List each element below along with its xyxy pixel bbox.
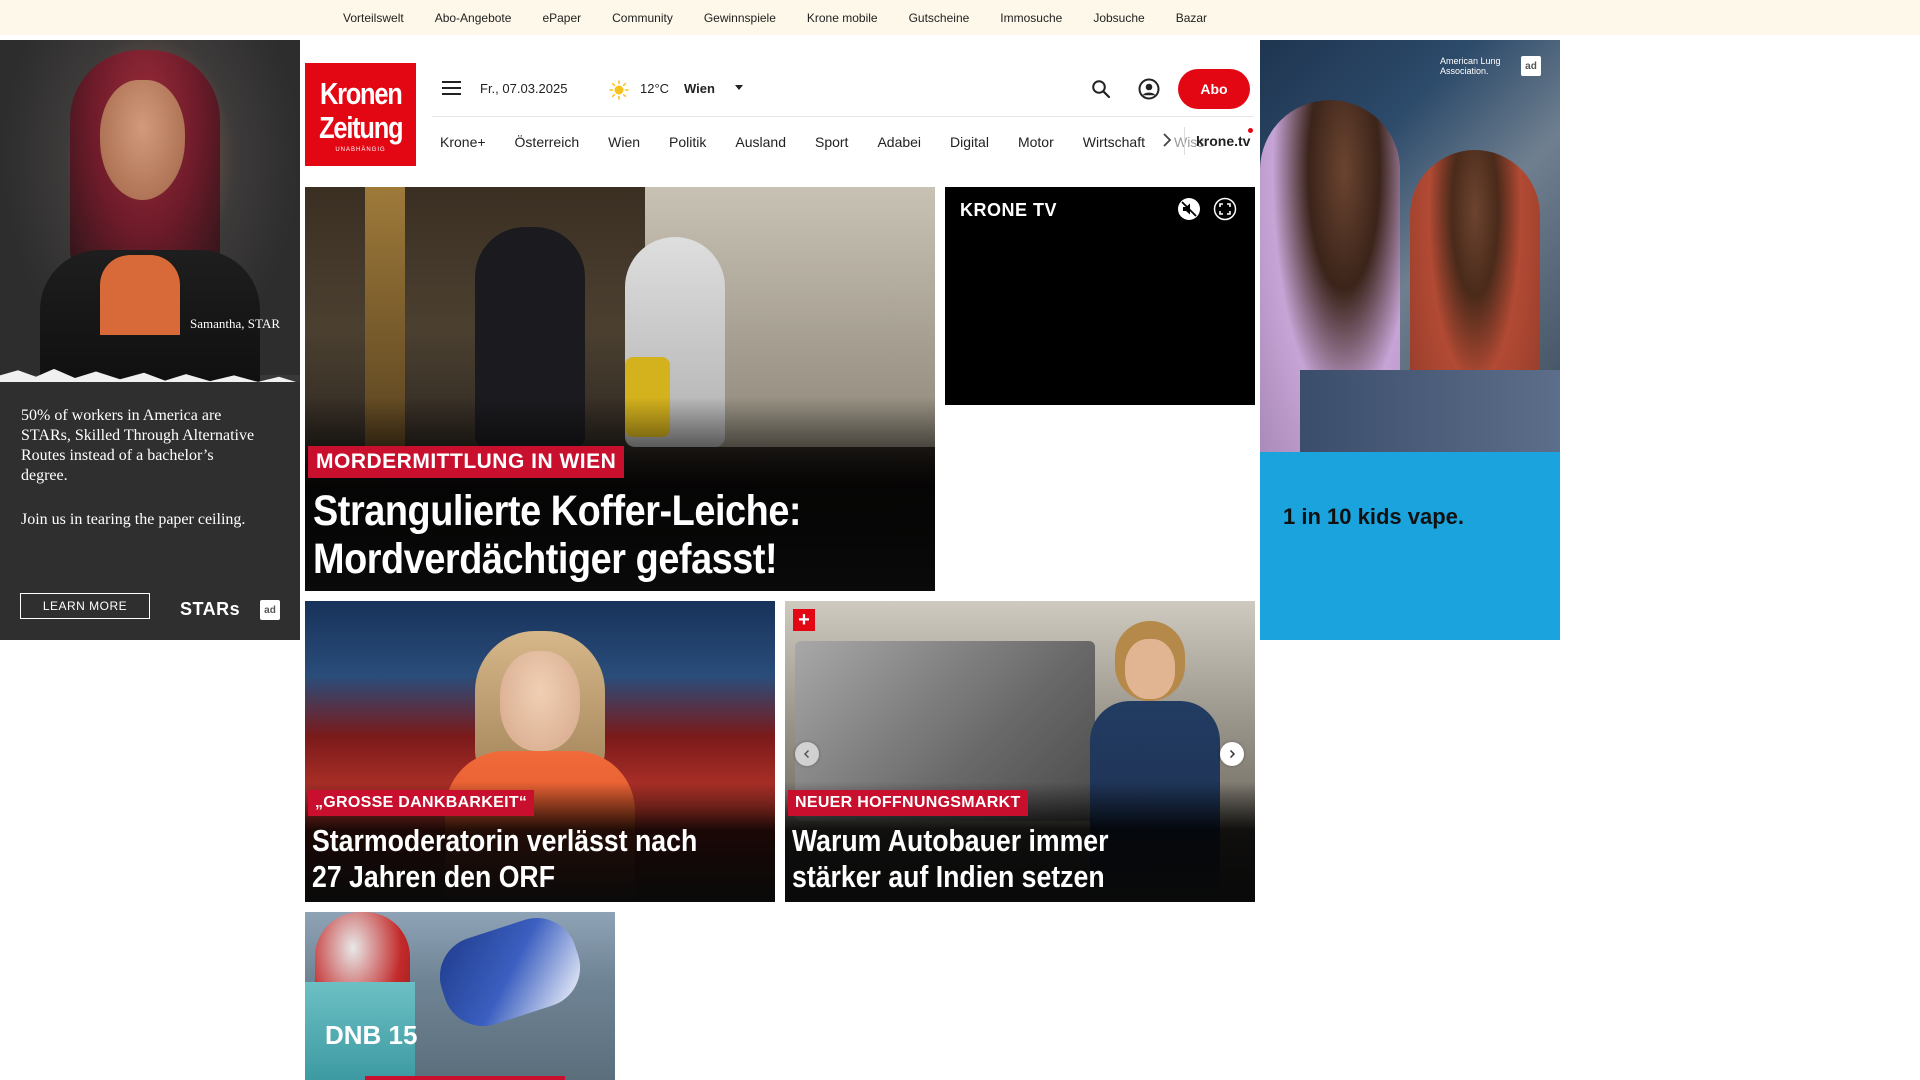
krone-tv-logo: KRONE TV	[960, 200, 1058, 220]
logo-line-2: Zeitung	[318, 109, 403, 145]
nav-item-krone-tv[interactable]: krone.tv	[1196, 133, 1250, 149]
nav-item-wien[interactable]: Wien	[608, 134, 640, 150]
chevron-left-icon	[803, 749, 810, 759]
nav-list: Krone+ Österreich Wien Politik Ausland S…	[432, 117, 1254, 167]
ad-left-text: 50% of workers in America are STARs, Ski…	[21, 407, 255, 484]
sun-weather-icon	[609, 80, 629, 100]
card3-image-skier	[429, 912, 591, 1037]
article-card-orf[interactable]: „GROSSE DANKBARKEIT“ Starmoderatorin ver…	[305, 601, 775, 902]
ad-left-person-top	[100, 255, 180, 335]
city-selector[interactable]: Wien	[684, 81, 715, 96]
nav-item-sport[interactable]: Sport	[815, 134, 848, 150]
kronen-zeitung-logo[interactable]: Kronen Zeitung UNABHÄNGIG	[305, 63, 416, 166]
ad-right-bed	[1300, 370, 1560, 452]
card3-kicker-bar	[365, 1076, 565, 1080]
utility-link-immosuche[interactable]: Immosuche	[1000, 11, 1062, 25]
mute-icon[interactable]	[1177, 197, 1201, 221]
card1-image-face	[500, 651, 580, 751]
nav-item-ausland[interactable]: Ausland	[735, 134, 786, 150]
slider-next-button[interactable]	[1220, 742, 1244, 766]
chevron-down-icon[interactable]	[735, 85, 743, 90]
utility-link-gutscheine[interactable]: Gutscheine	[909, 11, 970, 25]
krone-plus-badge: +	[793, 609, 815, 631]
nav-divider	[1184, 127, 1185, 155]
ad-left-brand-logo: STARs	[180, 599, 241, 619]
abo-button[interactable]: Abo	[1178, 69, 1250, 109]
card2-headline[interactable]: Warum Autobauer immer stärker auf Indien…	[792, 823, 1196, 895]
utility-link-abo-angebote[interactable]: Abo-Angebote	[435, 11, 512, 25]
utility-link-epaper[interactable]: ePaper	[542, 11, 581, 25]
utility-link-jobsuche[interactable]: Jobsuche	[1093, 11, 1144, 25]
utility-links: Vorteilswelt Abo-Angebote ePaper Communi…	[343, 0, 1238, 35]
logo-tagline: UNABHÄNGIG	[335, 146, 386, 153]
ad-left-person-face	[100, 80, 185, 200]
hero-headline[interactable]: Strangulierte Koffer-Leiche: Mordverdäch…	[313, 487, 850, 583]
article-card-ski[interactable]: DNB 15	[305, 912, 615, 1080]
card2-kicker: NEUER HOFFNUNGSMARKT	[788, 790, 1028, 816]
nav-item-wirtschaft[interactable]: Wirtschaft	[1083, 134, 1145, 150]
utility-bar: Vorteilswelt Abo-Angebote ePaper Communi…	[0, 0, 1920, 35]
card3-bib-number: DNB 15	[325, 1020, 418, 1050]
krone-tv-video-player[interactable]: KRONE TV	[945, 187, 1255, 405]
temperature: 12°C	[640, 81, 670, 96]
article-card-autobauer[interactable]: + NEUER HOFFNUNGSMARKT Warum Autobauer i…	[785, 601, 1255, 902]
ad-right-sponsor-logo: American Lung Association.	[1440, 56, 1501, 76]
nav-item-politik[interactable]: Politik	[669, 134, 706, 150]
live-indicator-dot	[1248, 128, 1253, 133]
chevron-right-icon[interactable]	[1162, 133, 1172, 147]
ad-right-adchoices-badge[interactable]: ad	[1521, 56, 1541, 76]
card1-headline[interactable]: Starmoderatorin verlässt nach 27 Jahren …	[312, 823, 716, 895]
nav-item-oesterreich[interactable]: Österreich	[515, 134, 580, 150]
ad-left-caption: Samantha, STAR	[190, 316, 280, 331]
nav-item-krone-plus[interactable]: Krone+	[440, 134, 486, 150]
main-navigation: Krone+ Österreich Wien Politik Ausland S…	[432, 116, 1254, 166]
current-date: Fr., 07.03.2025	[480, 81, 568, 96]
nav-item-digital[interactable]: Digital	[950, 134, 989, 150]
ad-left-text-2: Join us in tearing the paper ceiling.	[21, 511, 246, 528]
ad-left-adchoices-badge[interactable]: ad	[260, 600, 280, 620]
card2-image-face	[1125, 639, 1175, 699]
logo-line-1: Kronen	[319, 75, 403, 111]
slider-prev-button[interactable]	[795, 742, 819, 766]
nav-item-adabei[interactable]: Adabei	[877, 134, 921, 150]
utility-link-community[interactable]: Community	[612, 11, 673, 25]
card1-kicker: „GROSSE DANKBARKEIT“	[308, 790, 535, 816]
user-account-icon[interactable]	[1138, 78, 1160, 100]
utility-link-gewinnspiele[interactable]: Gewinnspiele	[704, 11, 776, 25]
hero-kicker: MORDERMITTLUNG IN WIEN	[308, 446, 625, 478]
ad-right-blue-panel	[1260, 452, 1560, 640]
utility-link-krone-mobile[interactable]: Krone mobile	[807, 11, 878, 25]
fullscreen-icon[interactable]	[1213, 197, 1237, 221]
ad-right-headline: 1 in 10 kids vape.	[1283, 504, 1464, 529]
ad-left-learn-more-button[interactable]: LEARN MORE	[20, 593, 150, 619]
utility-link-vorteilswelt[interactable]: Vorteilswelt	[343, 11, 404, 25]
ad-left-banner[interactable]: Samantha, STAR 50% of workers in America…	[0, 40, 300, 640]
ad-right-banner[interactable]: American Lung Association. ad 1 in 10 ki…	[1260, 40, 1560, 640]
menu-icon[interactable]	[442, 81, 461, 97]
chevron-right-icon	[1229, 749, 1236, 759]
utility-link-bazar[interactable]: Bazar	[1176, 11, 1207, 25]
nav-item-motor[interactable]: Motor	[1018, 134, 1054, 150]
search-icon[interactable]	[1091, 79, 1111, 99]
hero-article[interactable]: MORDERMITTLUNG IN WIEN Strangulierte Kof…	[305, 187, 935, 591]
